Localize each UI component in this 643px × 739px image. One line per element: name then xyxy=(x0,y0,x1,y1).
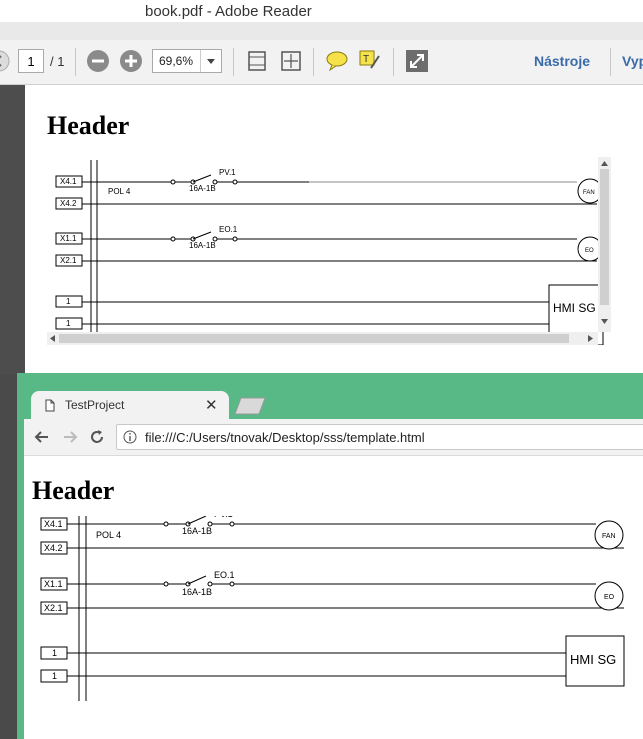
back-arrow-icon[interactable] xyxy=(32,427,52,447)
breaker-label: 16A-1B xyxy=(182,587,212,597)
toolbar-divider xyxy=(610,48,611,76)
reload-icon[interactable] xyxy=(87,427,107,447)
comment-icon[interactable] xyxy=(324,48,350,74)
toolbar-divider xyxy=(75,48,76,76)
tab-strip: TestProject ✕ xyxy=(17,373,643,421)
pdf-header: Header xyxy=(47,111,130,140)
browser-window: TestProject ✕ file:///C:/Users/tnovak/De… xyxy=(17,373,643,739)
terminal-label: 1 xyxy=(66,319,71,328)
url-text: file:///C:/Users/tnovak/Desktop/sss/temp… xyxy=(145,430,425,445)
terminal-label: X1.1 xyxy=(60,234,77,243)
expand-icon[interactable] xyxy=(404,48,430,74)
group-label: POL 4 xyxy=(96,530,121,540)
terminal-label: 1 xyxy=(66,297,71,306)
terminal-label: X2.1 xyxy=(44,603,63,613)
terminal-label: 1 xyxy=(52,671,57,681)
breaker-label: 16A-1B xyxy=(189,184,216,193)
web-page: Header X4.1 X4.2 X1.1 X2.1 1 1 16A-1B EO… xyxy=(24,456,643,739)
pdf-schematic[interactable]: X4.1 X4.2 X1.1 X2.1 1 1 PV.1 16A-1B EO.1… xyxy=(47,157,611,345)
tab-title: TestProject xyxy=(65,398,125,412)
toolbar-divider xyxy=(233,48,234,76)
tools-link[interactable]: Nástroje xyxy=(534,53,590,69)
load-label: EO xyxy=(585,248,594,254)
switch-label: EO.1 xyxy=(219,225,238,234)
terminal-label: X4.2 xyxy=(60,199,77,208)
hmi-label: HMI SG xyxy=(553,301,596,315)
chevron-down-icon[interactable] xyxy=(200,50,221,72)
load-label: FAN xyxy=(602,533,616,540)
svg-text:T: T xyxy=(363,54,369,65)
browser-tab[interactable]: TestProject ✕ xyxy=(31,391,229,421)
scroll-mode-icon[interactable] xyxy=(244,48,270,74)
terminal-label: X1.1 xyxy=(44,579,63,589)
zoom-out-icon[interactable] xyxy=(85,48,111,74)
info-icon[interactable] xyxy=(123,430,137,444)
address-bar[interactable]: file:///C:/Users/tnovak/Desktop/sss/temp… xyxy=(116,424,643,450)
terminal-label: 1 xyxy=(52,648,57,658)
page-header: Header xyxy=(32,476,115,505)
close-icon[interactable]: ✕ xyxy=(205,396,218,414)
scrollbar-thumb[interactable] xyxy=(59,334,569,343)
terminal-label: X4.1 xyxy=(60,177,77,186)
window-title: book.pdf - Adobe Reader xyxy=(145,3,312,20)
reader-toolbar: 1 / 1 69,6% T Nástroje Vyp xyxy=(0,40,643,85)
sign-icon[interactable]: T xyxy=(357,48,383,74)
fit-page-icon[interactable] xyxy=(278,48,304,74)
breaker-label: 16A-1B xyxy=(189,241,216,250)
scrollbar-thumb[interactable] xyxy=(600,169,609,305)
toolbar-divider xyxy=(393,48,394,76)
breaker-label: 16A-1B xyxy=(182,526,212,536)
page-icon xyxy=(45,399,55,412)
zoom-select[interactable]: 69,6% xyxy=(152,49,222,73)
terminal-label: X4.2 xyxy=(44,543,63,553)
zoom-value: 69,6% xyxy=(159,54,194,68)
page-total: / 1 xyxy=(50,54,65,69)
menu-bar-area xyxy=(0,22,643,40)
zoom-in-icon[interactable] xyxy=(118,48,144,74)
forward-arrow-icon[interactable] xyxy=(60,427,80,447)
toolbar-divider xyxy=(313,48,314,76)
sign-link[interactable]: Vyp xyxy=(622,53,643,69)
reader-sidebar xyxy=(0,85,25,375)
web-schematic: X4.1 X4.2 X1.1 X2.1 1 1 16A-1B EO.1 16A-… xyxy=(40,516,625,701)
load-label: FAN xyxy=(583,190,595,196)
switch-label: PV.1 xyxy=(214,516,233,519)
group-label: POL 4 xyxy=(108,187,131,196)
page-number-input[interactable]: 1 xyxy=(18,49,44,73)
address-toolbar: file:///C:/Users/tnovak/Desktop/sss/temp… xyxy=(24,419,643,456)
switch-label: EO.1 xyxy=(214,570,235,580)
pdf-page: Header X4.1 X4.2 X1.1 X2.1 1 1 PV.1 16A-… xyxy=(25,85,643,375)
previous-page-icon[interactable] xyxy=(0,48,12,74)
reader-title-bar: book.pdf - Adobe Reader xyxy=(0,0,643,22)
hmi-label: HMI SG xyxy=(570,652,616,667)
new-tab-button[interactable] xyxy=(233,397,267,415)
terminal-label: X4.1 xyxy=(44,519,63,529)
switch-label: PV.1 xyxy=(219,168,236,177)
load-label: EO xyxy=(604,594,615,601)
terminal-label: X2.1 xyxy=(60,256,77,265)
